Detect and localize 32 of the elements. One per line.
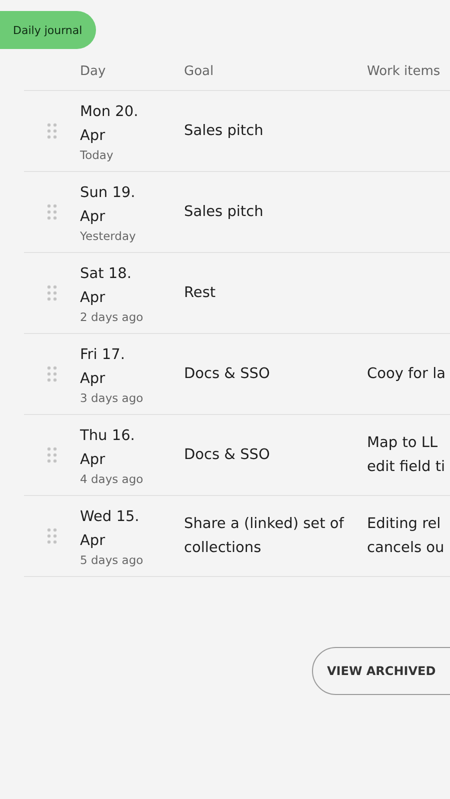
drag-handle-icon[interactable] — [47, 123, 57, 139]
relative-date: 4 days ago — [80, 472, 144, 486]
work-items-cell-text: Cooy for la — [367, 365, 446, 384]
drag-handle-icon[interactable] — [47, 204, 57, 220]
relative-date: Today — [80, 148, 114, 162]
day-date: Thu 16. Apr — [80, 427, 136, 470]
goal-cell-text: Rest — [184, 284, 217, 303]
day-date: Mon 20. Apr — [80, 103, 140, 146]
view-archived-button[interactable]: VIEW ARCHIVED — [312, 647, 450, 695]
work-items-cell-text: Map to LL edit field ti — [367, 434, 446, 477]
day-date: Sun 19. Apr — [80, 184, 136, 227]
column-header: Goal — [184, 64, 215, 79]
day-date: Wed 15. Apr — [80, 508, 140, 551]
goal-cell-text: Docs & SSO — [184, 446, 271, 465]
drag-handle-icon[interactable] — [47, 528, 57, 544]
work-items-cell-text: Editing rel cancels ou — [367, 515, 444, 558]
drag-handle-icon[interactable] — [47, 366, 57, 382]
drag-handle-icon[interactable] — [47, 447, 57, 463]
column-header: Work items — [367, 64, 442, 79]
goal-cell-text: Sales pitch — [184, 122, 264, 141]
relative-date: 2 days ago — [80, 310, 144, 324]
relative-date: 3 days ago — [80, 391, 144, 405]
relative-date: 5 days ago — [80, 553, 144, 567]
relative-date: Yesterday — [80, 229, 137, 243]
goal-cell-text: Docs & SSO — [184, 365, 271, 384]
drag-handle-icon[interactable] — [47, 285, 57, 301]
goal-cell-text: Sales pitch — [184, 203, 264, 222]
journal-tab[interactable]: Daily journal — [0, 11, 96, 49]
goal-cell-text: Share a (linked) set of collections — [184, 515, 346, 558]
day-date: Sat 18. Apr — [80, 265, 132, 308]
column-header: Day — [80, 64, 107, 79]
day-date: Fri 17. Apr — [80, 346, 126, 389]
